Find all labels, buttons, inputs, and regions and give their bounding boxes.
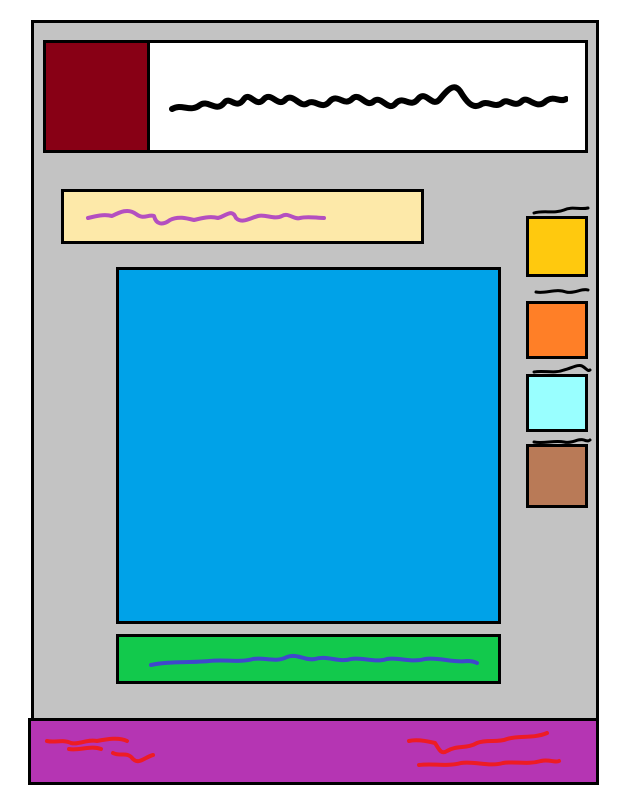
footer-left-scribble (45, 736, 155, 764)
swatch-yellow[interactable] (526, 216, 588, 277)
app-title-scribble (169, 84, 568, 112)
action-bar[interactable] (116, 634, 501, 684)
footer-right-scribble (407, 731, 561, 767)
swatch-label-orange (534, 288, 590, 294)
app-logo (46, 43, 150, 150)
footer-bar (28, 718, 599, 785)
swatch-orange[interactable] (526, 301, 588, 359)
banner-scribble (86, 208, 326, 226)
action-bar-scribble (149, 653, 479, 667)
swatch-light-cyan[interactable] (526, 374, 588, 432)
search-banner[interactable] (61, 189, 424, 244)
header-bar (43, 40, 588, 153)
main-content-panel[interactable] (116, 267, 501, 624)
swatch-brown[interactable] (526, 444, 588, 508)
